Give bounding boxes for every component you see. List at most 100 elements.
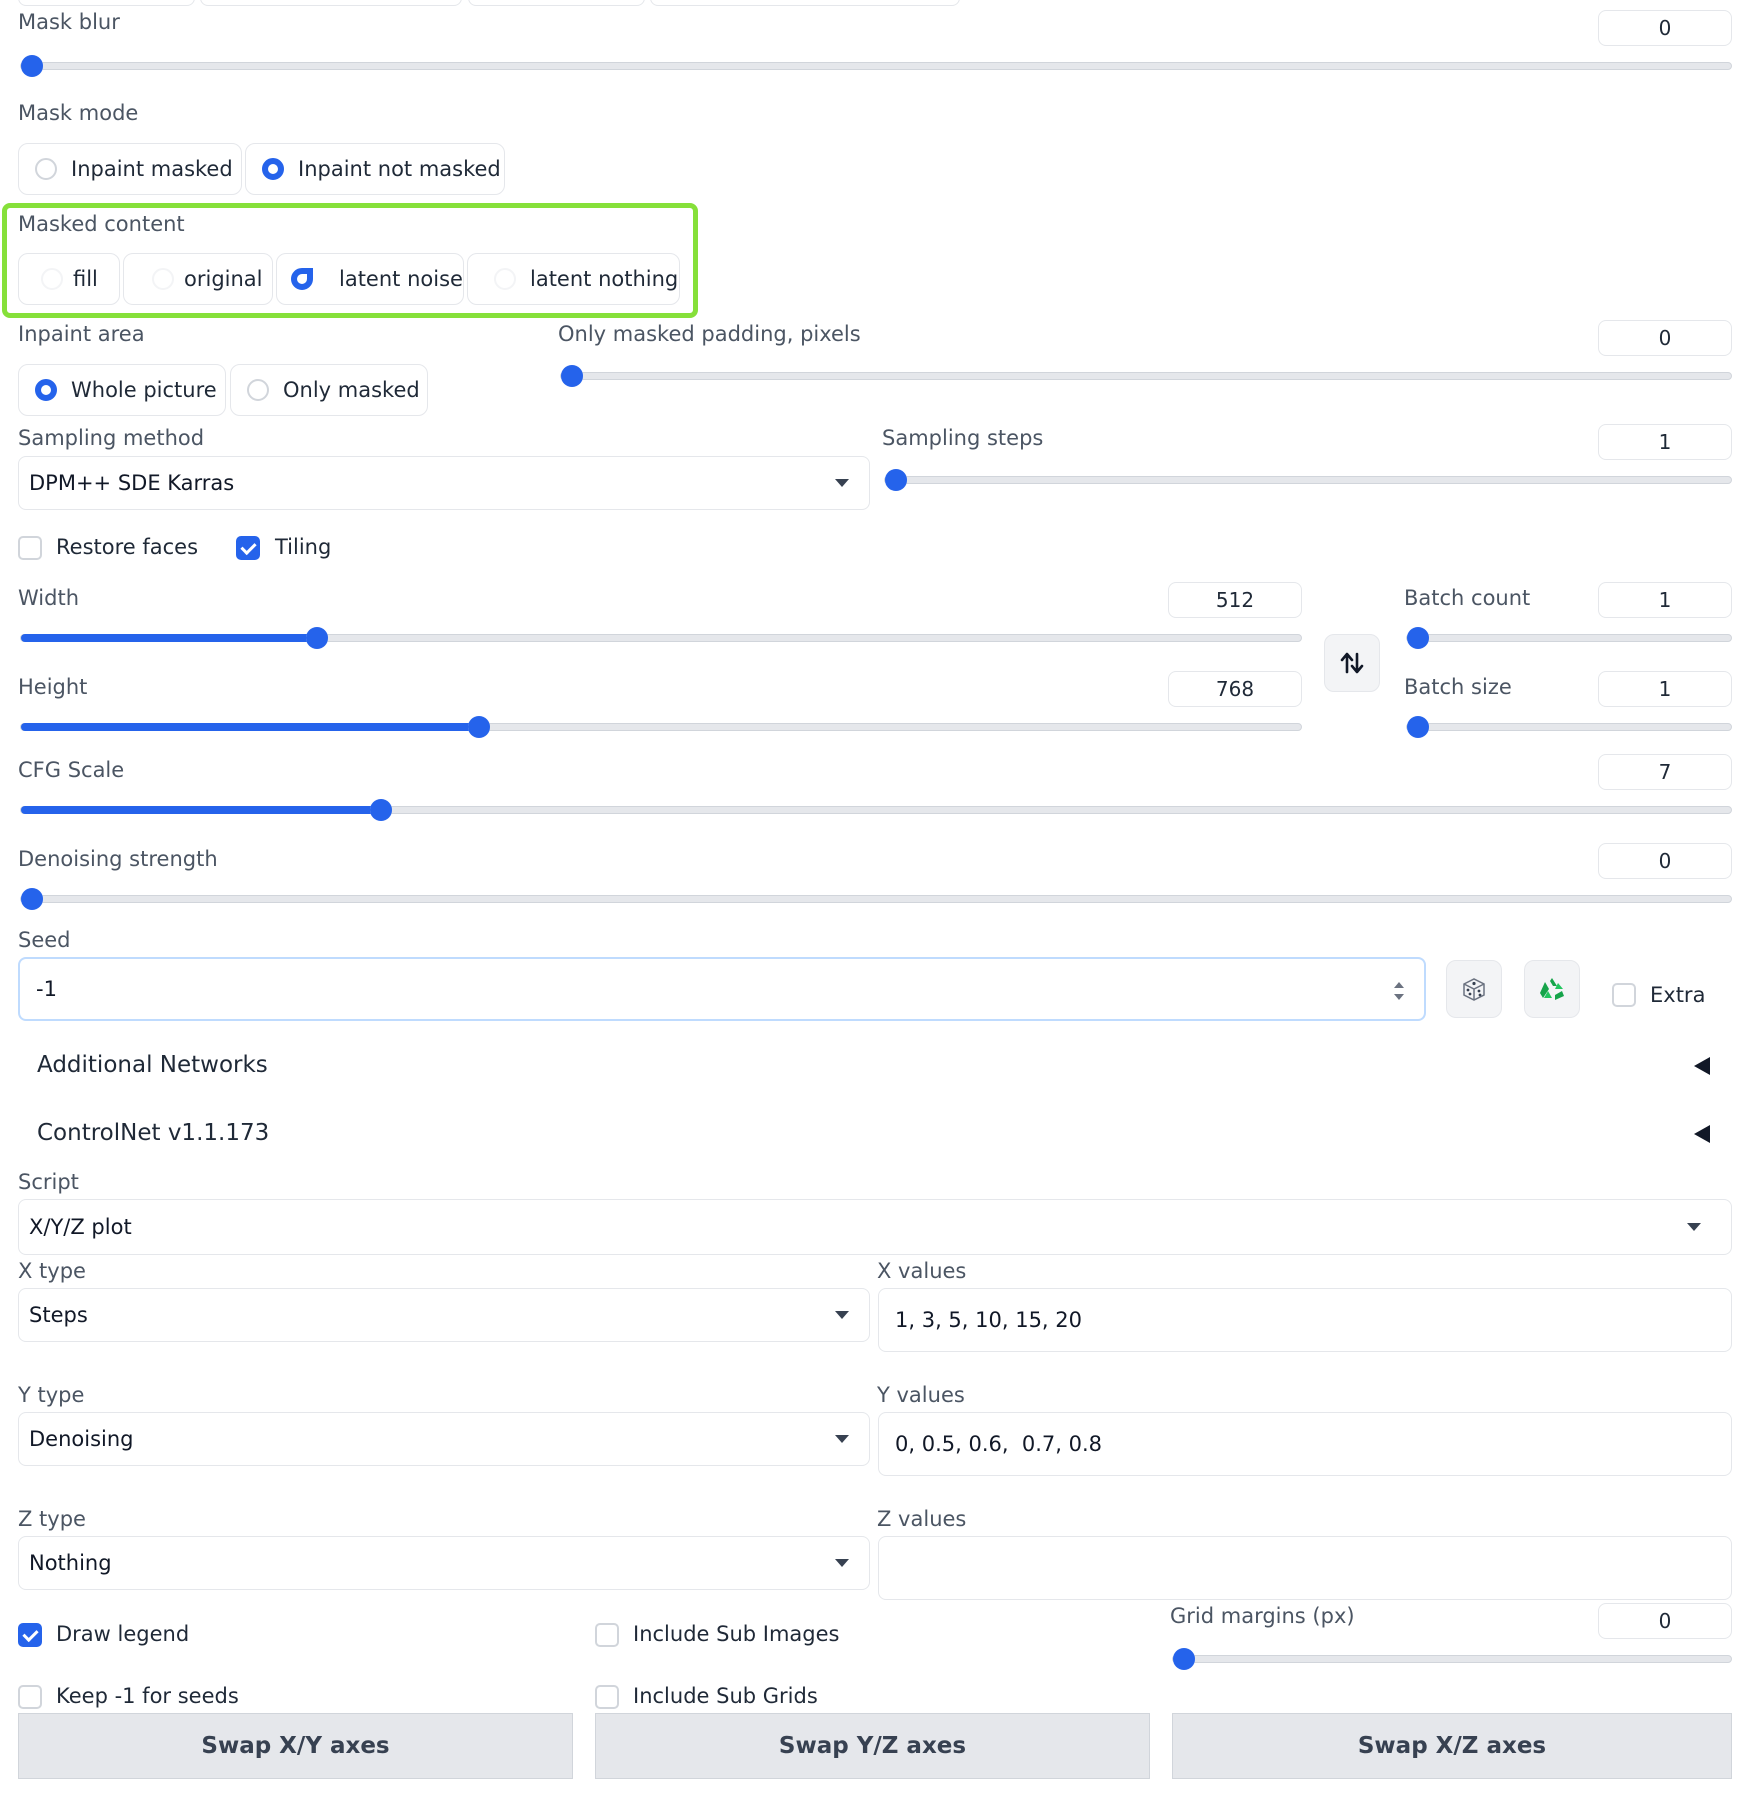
y-values-input[interactable]: 0, 0.5, 0.6, 0.7, 0.8 xyxy=(878,1412,1732,1476)
mask-mode-inpaint-masked[interactable]: Inpaint masked xyxy=(18,143,242,195)
accordion-controlnet[interactable]: ControlNet v1.1.173 xyxy=(37,1120,269,1146)
batch-count-value[interactable]: 1 xyxy=(1598,582,1732,618)
masked-content-fill[interactable]: fill xyxy=(18,253,120,305)
inpaint-area-whole-picture[interactable]: Whole picture xyxy=(18,364,226,416)
restore-faces-checkbox[interactable] xyxy=(18,536,42,560)
radio-selected-icon xyxy=(291,268,313,290)
width-label: Width xyxy=(18,586,80,610)
sampling-method-value: DPM++ SDE Karras xyxy=(29,471,235,495)
cfg-scale-slider[interactable] xyxy=(20,799,1732,821)
height-thumb[interactable] xyxy=(468,716,490,738)
sampling-steps-label: Sampling steps xyxy=(882,426,1044,450)
padding-value[interactable]: 0 xyxy=(1598,320,1732,356)
height-value[interactable]: 768 xyxy=(1168,671,1302,707)
draw-legend-checkbox[interactable] xyxy=(18,1623,42,1647)
include-sub-grids-checkbox[interactable] xyxy=(595,1685,619,1709)
denoising-value[interactable]: 0 xyxy=(1598,843,1732,879)
recycle-icon xyxy=(1540,978,1564,1000)
padding-slider[interactable] xyxy=(560,365,1732,387)
option-label: Inpaint not masked xyxy=(298,157,501,181)
seed-extra-checkbox[interactable] xyxy=(1612,983,1636,1007)
batch-size-slider[interactable] xyxy=(1406,716,1732,738)
cutoff-row xyxy=(18,0,960,6)
padding-thumb[interactable] xyxy=(561,365,583,387)
seed-value: -1 xyxy=(36,977,57,1001)
y-type-select[interactable]: Denoising xyxy=(18,1412,870,1466)
masked-content-latent-nothing[interactable]: latent nothing xyxy=(467,253,680,305)
y-values-value: 0, 0.5, 0.6, 0.7, 0.8 xyxy=(895,1432,1103,1456)
mask-blur-value[interactable]: 0 xyxy=(1598,10,1732,46)
include-sub-images-checkbox[interactable] xyxy=(595,1623,619,1647)
batch-size-value[interactable]: 1 xyxy=(1598,671,1732,707)
z-type-label: Z type xyxy=(18,1507,86,1531)
grid-margins-slider[interactable] xyxy=(1172,1648,1732,1670)
option-label: Inpaint masked xyxy=(71,157,233,181)
swap-xy-button[interactable]: Swap X/Y axes xyxy=(18,1713,573,1779)
grid-margins-value[interactable]: 0 xyxy=(1598,1603,1732,1639)
random-seed-button[interactable] xyxy=(1446,960,1502,1018)
sampling-steps-value[interactable]: 1 xyxy=(1598,424,1732,460)
sampling-steps-thumb[interactable] xyxy=(885,469,907,491)
option-label: Only masked xyxy=(283,378,420,402)
denoising-thumb[interactable] xyxy=(21,888,43,910)
sampling-steps-slider[interactable] xyxy=(884,469,1732,491)
inpaint-area-only-masked[interactable]: Only masked xyxy=(230,364,428,416)
sampling-method-select[interactable]: DPM++ SDE Karras xyxy=(18,456,870,510)
y-type-label: Y type xyxy=(18,1383,85,1407)
swap-yz-button[interactable]: Swap Y/Z axes xyxy=(595,1713,1150,1779)
mask-blur-label: Mask blur xyxy=(18,10,120,34)
x-values-input[interactable]: 1, 3, 5, 10, 15, 20 xyxy=(878,1288,1732,1352)
y-values-label: Y values xyxy=(877,1383,965,1407)
swap-xz-button[interactable]: Swap X/Z axes xyxy=(1172,1713,1732,1779)
collapse-arrow-icon[interactable] xyxy=(1694,1125,1710,1143)
radio-selected-icon xyxy=(35,379,57,401)
reuse-seed-button[interactable] xyxy=(1524,960,1580,1018)
cfg-scale-label: CFG Scale xyxy=(18,758,125,782)
script-label: Script xyxy=(18,1170,79,1194)
mask-mode-inpaint-not-masked[interactable]: Inpaint not masked xyxy=(245,143,505,195)
denoising-slider[interactable] xyxy=(20,888,1732,910)
x-type-select[interactable]: Steps xyxy=(18,1288,870,1342)
tiling-checkbox[interactable] xyxy=(236,536,260,560)
batch-count-slider[interactable] xyxy=(1406,627,1732,649)
restore-faces-label: Restore faces xyxy=(56,535,199,559)
collapse-arrow-icon[interactable] xyxy=(1694,1057,1710,1075)
dice-icon xyxy=(1463,978,1485,1001)
masked-content-latent-noise[interactable]: latent noise xyxy=(276,253,464,305)
cfg-scale-thumb[interactable] xyxy=(370,799,392,821)
mask-mode-label: Mask mode xyxy=(18,101,139,125)
height-fill xyxy=(21,723,479,731)
option-label: Whole picture xyxy=(71,378,217,402)
script-value: X/Y/Z plot xyxy=(29,1215,132,1239)
width-thumb[interactable] xyxy=(306,627,328,649)
keep-seeds-checkbox[interactable] xyxy=(18,1685,42,1709)
mask-blur-thumb[interactable] xyxy=(21,55,43,77)
z-values-input[interactable] xyxy=(878,1536,1732,1600)
seed-input[interactable]: -1 xyxy=(18,957,1426,1021)
batch-count-label: Batch count xyxy=(1404,586,1531,610)
tiling-label: Tiling xyxy=(275,535,332,559)
batch-count-thumb[interactable] xyxy=(1407,627,1429,649)
script-select[interactable]: X/Y/Z plot xyxy=(18,1199,1732,1255)
cfg-scale-value[interactable]: 7 xyxy=(1598,754,1732,790)
sampling-method-label: Sampling method xyxy=(18,426,205,450)
cfg-scale-fill xyxy=(21,806,381,814)
radio-icon xyxy=(152,268,174,290)
width-slider[interactable] xyxy=(20,627,1302,649)
batch-size-thumb[interactable] xyxy=(1407,716,1429,738)
height-slider[interactable] xyxy=(20,716,1302,738)
accordion-additional-networks[interactable]: Additional Networks xyxy=(37,1052,268,1078)
grid-margins-thumb[interactable] xyxy=(1173,1648,1195,1670)
swap-dimensions-button[interactable] xyxy=(1324,634,1380,692)
width-value[interactable]: 512 xyxy=(1168,582,1302,618)
x-values-value: 1, 3, 5, 10, 15, 20 xyxy=(895,1308,1083,1332)
masked-content-original[interactable]: original xyxy=(123,253,273,305)
x-type-value: Steps xyxy=(29,1303,88,1327)
keep-seeds-label: Keep -1 for seeds xyxy=(56,1684,239,1708)
spinner-icon[interactable] xyxy=(1392,979,1406,1003)
z-type-value: Nothing xyxy=(29,1551,112,1575)
mask-blur-slider[interactable] xyxy=(20,55,1732,77)
radio-icon xyxy=(35,158,57,180)
include-sub-images-label: Include Sub Images xyxy=(633,1622,840,1646)
z-type-select[interactable]: Nothing xyxy=(18,1536,870,1590)
